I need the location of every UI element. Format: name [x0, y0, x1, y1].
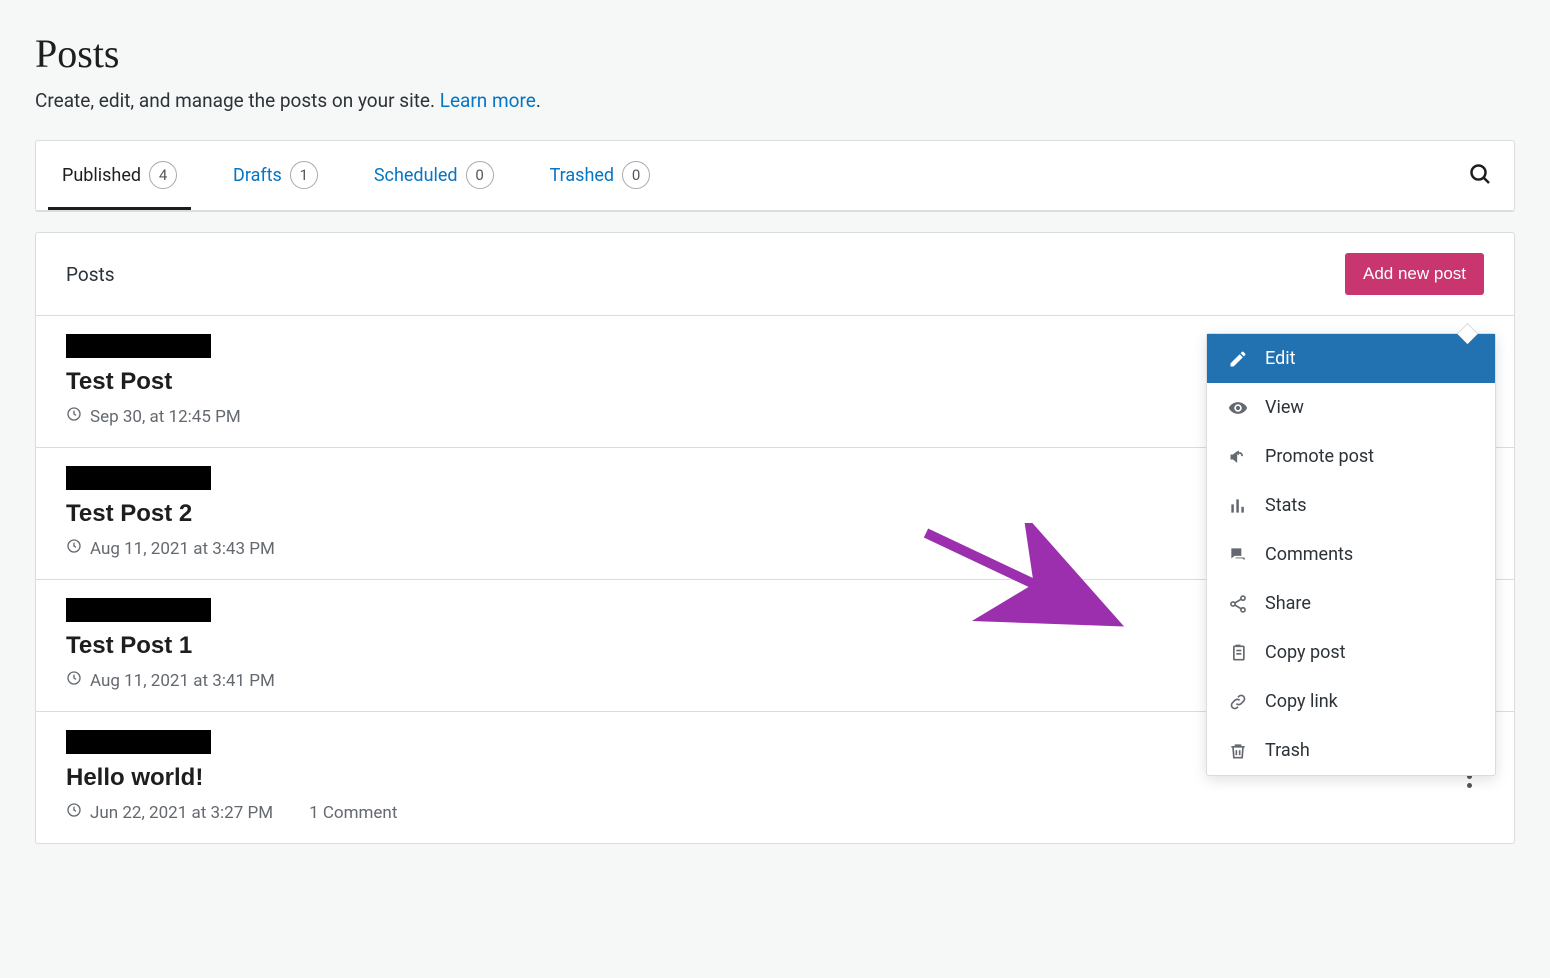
menu-item-comments[interactable]: Comments	[1207, 530, 1495, 579]
menu-item-label: Copy link	[1265, 691, 1338, 712]
menu-item-label: Copy post	[1265, 642, 1346, 663]
menu-item-view[interactable]: View	[1207, 383, 1495, 432]
tab-published[interactable]: Published 4	[48, 141, 191, 210]
page-subtitle: Create, edit, and manage the posts on yo…	[35, 89, 1515, 112]
copy-link-icon	[1227, 692, 1249, 712]
tabs-panel: Published 4 Drafts 1 Scheduled 0 Trashed 0	[35, 140, 1515, 212]
post-comments-count[interactable]: 1 Comment	[309, 803, 397, 823]
post-meta: Jun 22, 2021 at 3:27 PM 1 Comment	[66, 802, 1454, 823]
menu-item-label: Share	[1265, 593, 1311, 614]
comments-icon	[1227, 545, 1249, 565]
menu-item-label: Trash	[1265, 740, 1310, 761]
tab-count: 4	[149, 161, 177, 189]
menu-item-copy-post[interactable]: Copy post	[1207, 628, 1495, 677]
post-main: Test Post Sep 30, at 12:45 PM	[66, 334, 1326, 427]
menu-item-label: Comments	[1265, 544, 1353, 565]
post-actions-menu: Edit View Promote post Stats Comments Share Co…	[1206, 333, 1496, 776]
promote-icon	[1227, 447, 1249, 467]
author-redacted	[66, 730, 211, 754]
stats-icon	[1227, 496, 1249, 516]
menu-item-stats[interactable]: Stats	[1207, 481, 1495, 530]
list-header: Posts Add new post	[36, 233, 1514, 316]
menu-item-label: Edit	[1265, 348, 1295, 369]
menu-item-promote[interactable]: Promote post	[1207, 432, 1495, 481]
post-date: Aug 11, 2021 at 3:43 PM	[90, 539, 275, 559]
menu-item-edit[interactable]: Edit	[1207, 334, 1495, 383]
post-date: Aug 11, 2021 at 3:41 PM	[90, 671, 275, 691]
clock-icon	[66, 670, 82, 691]
tab-drafts[interactable]: Drafts 1	[219, 141, 332, 210]
search-icon[interactable]	[1458, 152, 1502, 200]
tab-label: Scheduled	[374, 165, 458, 186]
trash-icon	[1227, 741, 1249, 761]
tab-count: 0	[622, 161, 650, 189]
edit-icon	[1227, 349, 1249, 369]
posts-panel: Posts Add new post Test Post Sep 30, at 1…	[35, 232, 1515, 844]
post-date: Sep 30, at 12:45 PM	[90, 407, 241, 427]
add-new-post-button[interactable]: Add new post	[1345, 253, 1484, 295]
tab-label: Trashed	[550, 165, 615, 186]
menu-item-label: Stats	[1265, 495, 1307, 516]
menu-item-copy-link[interactable]: Copy link	[1207, 677, 1495, 726]
tab-label: Drafts	[233, 165, 282, 186]
menu-item-label: Promote post	[1265, 446, 1374, 467]
view-icon	[1227, 398, 1249, 418]
post-date: Jun 22, 2021 at 3:27 PM	[90, 803, 273, 823]
author-redacted	[66, 466, 211, 490]
post-meta: Sep 30, at 12:45 PM	[66, 406, 1326, 427]
menu-item-label: View	[1265, 397, 1304, 418]
post-title[interactable]: Test Post	[66, 368, 1326, 396]
page-title: Posts	[35, 30, 1515, 77]
menu-item-trash[interactable]: Trash	[1207, 726, 1495, 775]
menu-item-share[interactable]: Share	[1207, 579, 1495, 628]
author-redacted	[66, 334, 211, 358]
tab-count: 1	[290, 161, 318, 189]
tab-label: Published	[62, 165, 141, 186]
clock-icon	[66, 538, 82, 559]
author-redacted	[66, 598, 211, 622]
tab-trashed[interactable]: Trashed 0	[536, 141, 665, 210]
list-header-title: Posts	[66, 263, 115, 286]
copy-post-icon	[1227, 643, 1249, 663]
tab-count: 0	[466, 161, 494, 189]
tab-scheduled[interactable]: Scheduled 0	[360, 141, 508, 210]
clock-icon	[66, 406, 82, 427]
clock-icon	[66, 802, 82, 823]
subtitle-text: Create, edit, and manage the posts on yo…	[35, 89, 440, 112]
learn-more-link[interactable]: Learn more	[440, 89, 536, 112]
share-icon	[1227, 594, 1249, 614]
subtitle-suffix: .	[536, 89, 541, 112]
tabs-bar: Published 4 Drafts 1 Scheduled 0 Trashed 0	[36, 141, 1514, 211]
